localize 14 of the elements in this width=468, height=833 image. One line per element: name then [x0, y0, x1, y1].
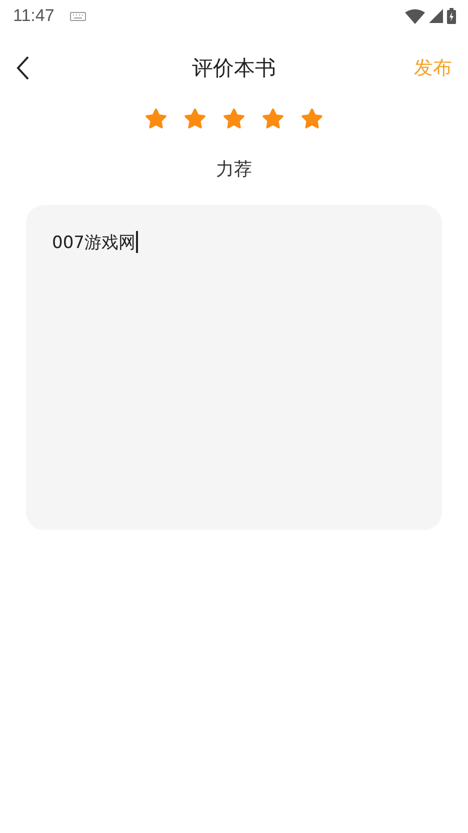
wifi-icon — [405, 8, 425, 24]
battery-icon — [447, 8, 456, 24]
star-icon[interactable] — [222, 107, 246, 131]
star-icon[interactable] — [261, 107, 285, 131]
keyboard-icon — [70, 12, 86, 20]
back-icon[interactable] — [16, 56, 30, 80]
status-time: 11:47 — [13, 6, 54, 26]
rating-label: 力荐 — [215, 158, 253, 181]
star-icon[interactable] — [183, 107, 207, 131]
star-icon[interactable] — [300, 107, 324, 131]
star-icon[interactable] — [144, 107, 168, 131]
page-title: 评价本书 — [192, 55, 276, 82]
review-field[interactable]: 007游戏网 — [26, 205, 442, 530]
signal-icon — [429, 9, 443, 23]
